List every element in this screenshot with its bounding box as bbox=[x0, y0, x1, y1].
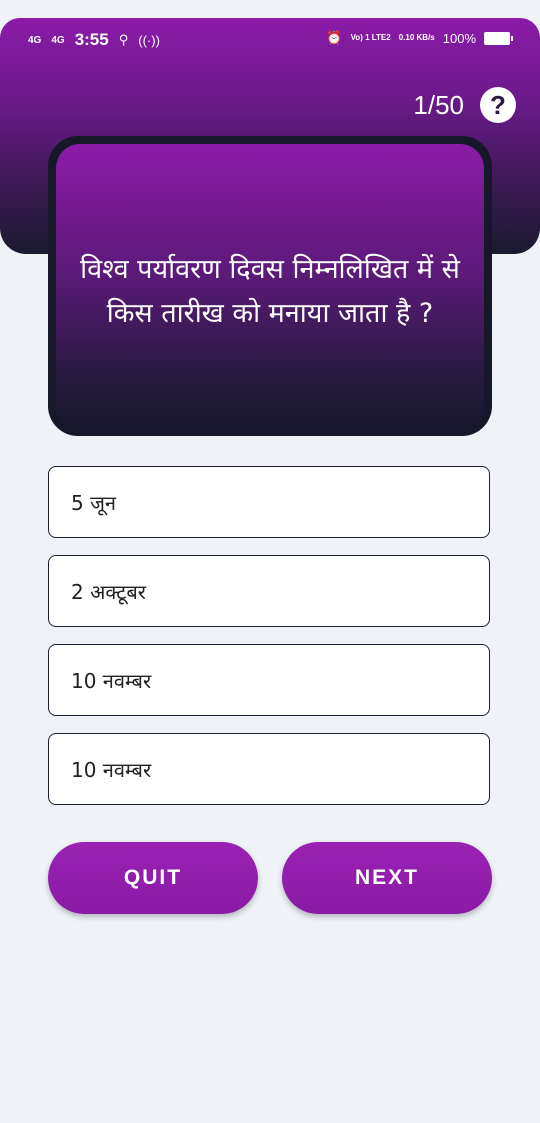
help-icon[interactable]: ? bbox=[480, 87, 516, 123]
clock-time: 3:55 bbox=[74, 30, 109, 49]
question-card: विश्व पर्यावरण दिवस निम्नलिखित में से कि… bbox=[48, 136, 492, 436]
battery-icon bbox=[484, 31, 513, 45]
option-4[interactable]: 10 नवम्बर bbox=[48, 733, 490, 805]
option-4-label: 10 नवम्बर bbox=[71, 757, 152, 782]
signal-2-label: 4G bbox=[51, 34, 65, 46]
status-bar: 4G 4G 3:55 ⚲ ((·)) ⏰ Vo) 1 LTE2 0.10 KB/… bbox=[0, 18, 540, 62]
alarm-icon: ⏰ bbox=[326, 30, 343, 45]
option-3[interactable]: 10 नवम्बर bbox=[48, 644, 490, 716]
volte-label: Vo) 1 LTE2 bbox=[350, 33, 391, 42]
question-card-inner: विश्व पर्यावरण दिवस निम्नलिखित में से कि… bbox=[56, 144, 484, 436]
next-button[interactable]: NEXT bbox=[282, 842, 492, 914]
hotspot-icon: ((·)) bbox=[138, 32, 160, 48]
signal-1-label: 4G bbox=[28, 34, 42, 46]
battery-percent: 100% bbox=[442, 30, 476, 46]
question-text: विश्व पर्यावरण दिवस निम्नलिखित में से कि… bbox=[80, 254, 460, 329]
usb-icon: ⚲ bbox=[118, 32, 129, 47]
question-counter: 1/50 bbox=[413, 90, 464, 120]
option-2-label: 2 अक्टूबर bbox=[71, 579, 146, 604]
net-speed: 0.10 KB/s bbox=[398, 33, 435, 42]
quit-button[interactable]: QUIT bbox=[48, 842, 258, 914]
option-1-label: 5 जून bbox=[71, 490, 117, 515]
option-1[interactable]: 5 जून bbox=[48, 466, 490, 538]
option-3-label: 10 नवम्बर bbox=[71, 668, 152, 693]
option-2[interactable]: 2 अक्टूबर bbox=[48, 555, 490, 627]
